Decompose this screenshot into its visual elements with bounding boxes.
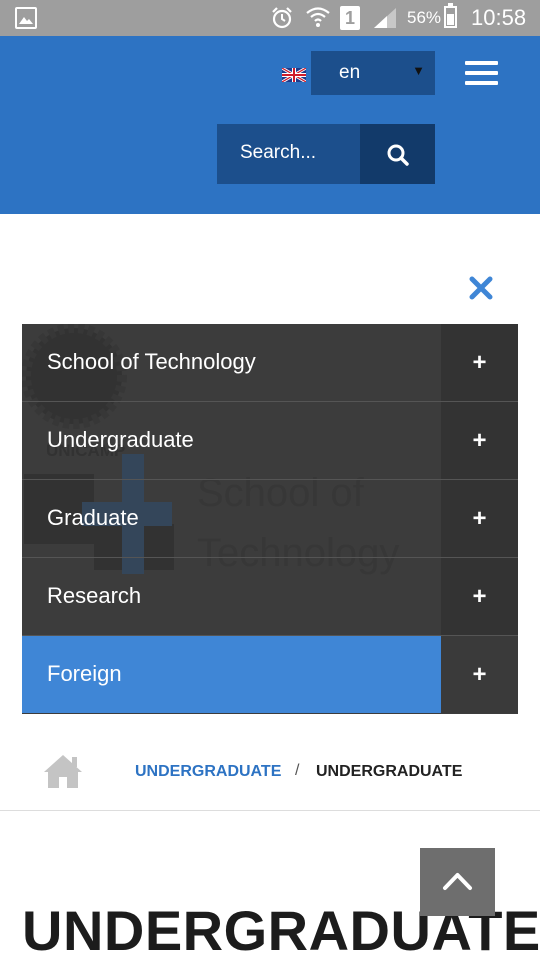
menu-item-label: Research	[47, 583, 142, 608]
menu-item-undergraduate: Undergraduate +	[22, 402, 518, 480]
expand-button[interactable]: +	[441, 636, 518, 713]
status-bar: 1 56% 10:58	[0, 0, 540, 36]
menu-item-label: Foreign	[47, 661, 122, 686]
nav-menu: UNICAMP School of Technology School of T…	[22, 324, 518, 714]
search-icon	[387, 144, 409, 166]
breadcrumb-separator: /	[295, 762, 300, 779]
uk-flag-icon	[281, 66, 307, 84]
menu-item-research: Research +	[22, 558, 518, 636]
menu-link[interactable]: Undergraduate	[22, 402, 441, 479]
menu-link[interactable]: School of Technology	[22, 324, 441, 401]
battery-icon	[444, 3, 457, 28]
search-input[interactable]: Search...	[217, 124, 360, 184]
breadcrumb: UNDERGRADUATE / UNDERGRADUATE	[0, 730, 540, 811]
breadcrumb-link[interactable]: UNDERGRADUATE	[135, 763, 281, 781]
chevron-up-icon	[443, 873, 472, 890]
alarm-icon	[270, 6, 294, 35]
menu-item-label: Undergraduate	[47, 427, 194, 452]
back-to-top-button[interactable]	[420, 848, 495, 916]
expand-button[interactable]: +	[441, 480, 518, 557]
search-placeholder: Search...	[240, 142, 317, 163]
search-button[interactable]	[360, 124, 435, 184]
expand-button[interactable]: +	[441, 558, 518, 635]
menu-item-label: School of Technology	[47, 349, 256, 374]
menu-item-school-of-technology: School of Technology +	[22, 324, 518, 402]
menu-item-graduate: Graduate +	[22, 480, 518, 558]
language-select[interactable]: en ▼	[311, 51, 435, 95]
close-icon[interactable]	[467, 274, 495, 302]
wifi-icon	[305, 4, 331, 35]
home-icon[interactable]	[42, 752, 84, 790]
menu-link[interactable]: Graduate	[22, 480, 441, 557]
signal-icon	[372, 6, 398, 35]
breadcrumb-current: UNDERGRADUATE	[316, 763, 463, 780]
menu-link[interactable]: Research	[22, 558, 441, 635]
gallery-icon	[15, 7, 37, 29]
status-time: 10:58	[471, 5, 527, 30]
menu-item-label: Graduate	[47, 505, 139, 530]
menu-item-foreign: Foreign +	[22, 636, 518, 713]
menu-link[interactable]: Foreign	[22, 636, 441, 713]
chevron-down-icon: ▼	[412, 63, 425, 78]
battery-percent: 56%	[407, 8, 442, 27]
expand-button[interactable]: +	[441, 324, 518, 401]
site-header: en ▼ Search...	[0, 36, 540, 214]
language-value: en	[339, 62, 361, 83]
sim-icon: 1	[340, 6, 360, 30]
menu-icon[interactable]	[465, 61, 498, 85]
expand-button[interactable]: +	[441, 402, 518, 479]
